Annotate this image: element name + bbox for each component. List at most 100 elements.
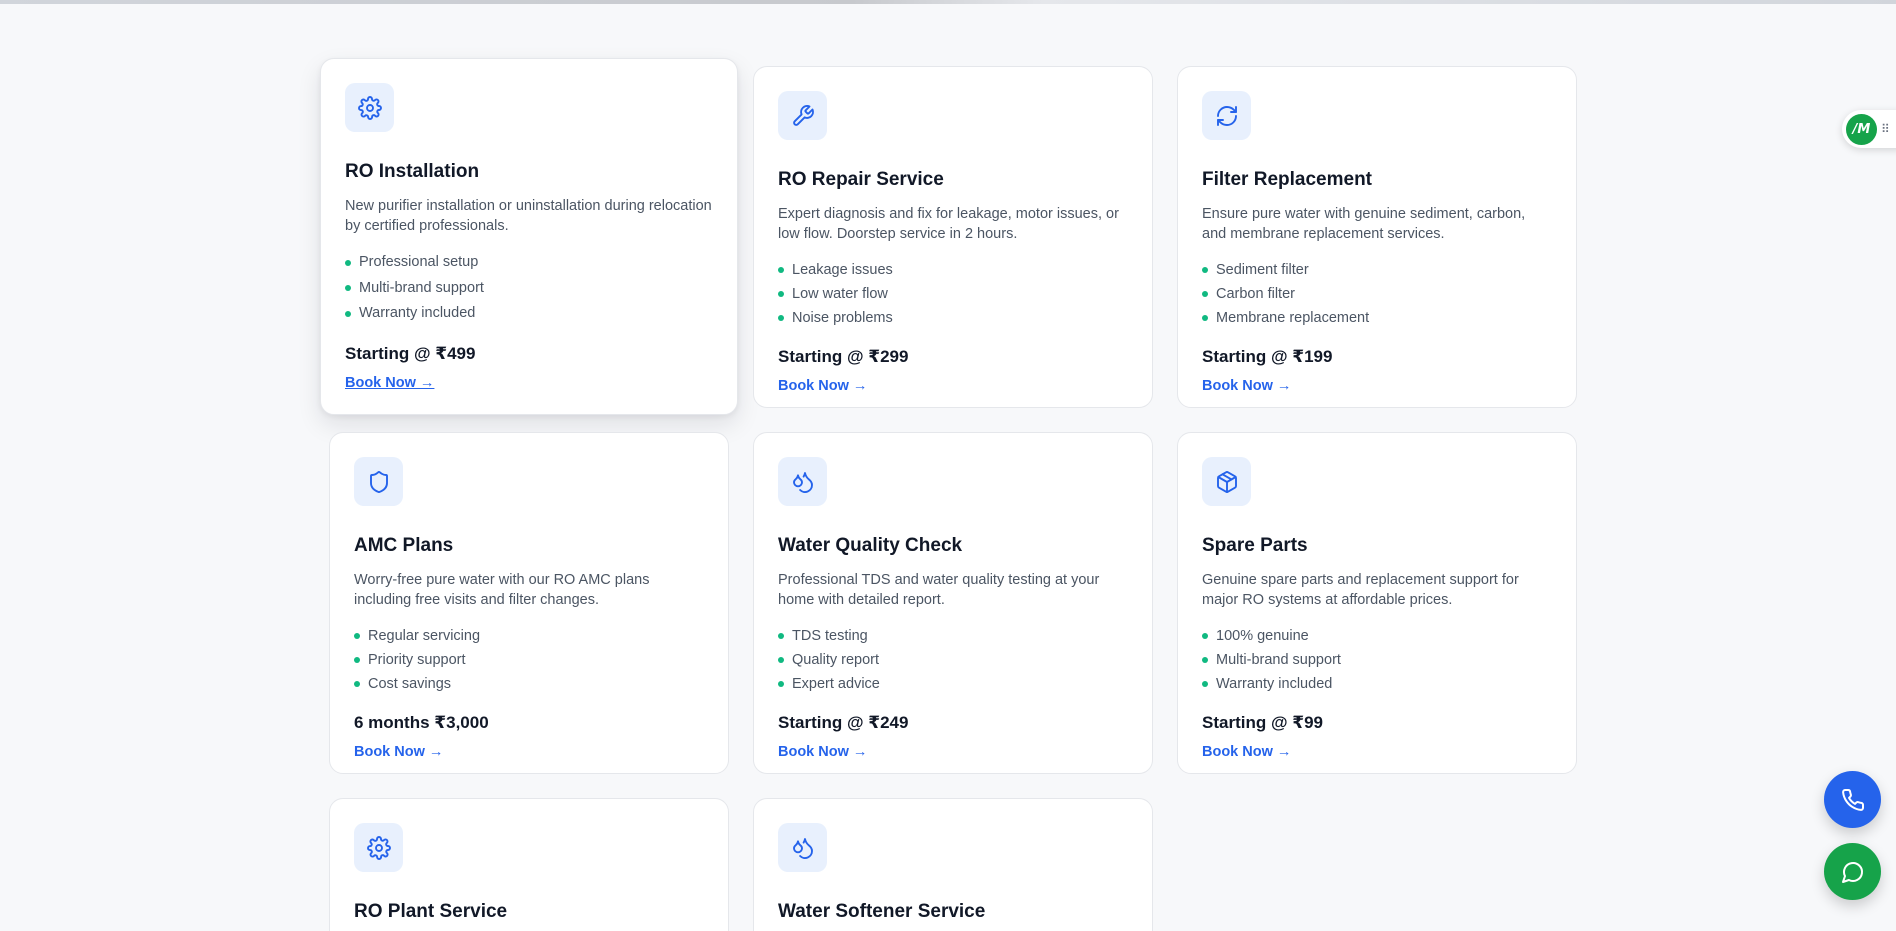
refresh-icon bbox=[1216, 105, 1237, 126]
feature-label: Carbon filter bbox=[1216, 286, 1295, 302]
gear-icon bbox=[366, 835, 391, 860]
bullet-dot-icon bbox=[1202, 267, 1208, 273]
feature-item: Multi-brand support bbox=[1202, 648, 1552, 672]
feature-item: Membrane replacement bbox=[1202, 306, 1552, 330]
book-now-link[interactable]: Book Now → bbox=[1202, 376, 1291, 396]
service-price: Starting @ ₹299 bbox=[778, 347, 909, 366]
service-card-water-quality-check[interactable]: Water Quality Check Professional TDS and … bbox=[753, 432, 1153, 774]
feature-label: TDS testing bbox=[792, 628, 868, 644]
feature-label: Warranty included bbox=[1216, 676, 1333, 692]
service-price: Starting @ ₹99 bbox=[1202, 713, 1323, 732]
feature-item: Carbon filter bbox=[1202, 282, 1552, 306]
feature-item: 100% genuine bbox=[1202, 624, 1552, 648]
service-card-filter-replacement[interactable]: Filter Replacement Ensure pure water with… bbox=[1177, 66, 1577, 408]
bullet-dot-icon bbox=[345, 285, 351, 292]
feature-label: Expert advice bbox=[792, 676, 880, 692]
feature-item: Leakage issues bbox=[778, 258, 1128, 282]
bullet-dot-icon bbox=[778, 681, 784, 687]
bullet-dot-icon bbox=[354, 633, 360, 639]
chat-icon bbox=[1841, 861, 1863, 883]
book-now-link[interactable]: Book Now → bbox=[1202, 742, 1291, 762]
service-card-spare-parts[interactable]: Spare Parts Genuine spare parts and repla… bbox=[1177, 432, 1577, 774]
feature-item: Sediment filter bbox=[1202, 258, 1552, 282]
service-title: Water Quality Check bbox=[778, 535, 963, 556]
book-now-link[interactable]: Book Now → bbox=[778, 376, 867, 396]
droplets-icon bbox=[792, 471, 813, 493]
feature-label: Quality report bbox=[792, 652, 880, 668]
service-title: RO Installation bbox=[345, 161, 480, 182]
feature-item: Low water flow bbox=[778, 282, 1128, 306]
bullet-dot-icon bbox=[1202, 633, 1208, 639]
bullet-dot-icon bbox=[354, 657, 360, 663]
bullet-dot-icon bbox=[778, 633, 784, 639]
feature-list: Regular servicing Priority support Cost sa… bbox=[354, 624, 704, 696]
feature-item: Noise problems bbox=[778, 306, 1128, 330]
service-price: Starting @ ₹499 bbox=[345, 343, 476, 363]
feature-label: Sediment filter bbox=[1216, 262, 1309, 278]
side-widget-badge[interactable]: /M bbox=[1846, 113, 1877, 145]
bullet-dot-icon bbox=[778, 267, 784, 273]
feature-label: Regular servicing bbox=[368, 628, 481, 644]
service-price: Starting @ ₹249 bbox=[778, 713, 909, 732]
book-now-link[interactable]: Book Now → bbox=[354, 742, 443, 762]
service-title: Water Softener Service bbox=[778, 901, 986, 922]
feature-item: Professional setup bbox=[345, 250, 713, 276]
bullet-dot-icon bbox=[1202, 291, 1208, 297]
feature-item: Regular servicing bbox=[354, 624, 704, 648]
feature-item: TDS testing bbox=[778, 624, 1128, 648]
feature-label: Professional setup bbox=[359, 254, 479, 270]
page-loading-bar bbox=[0, 0, 1896, 4]
package-icon bbox=[1216, 470, 1237, 493]
bullet-dot-icon bbox=[1202, 315, 1208, 321]
call-button[interactable] bbox=[1824, 771, 1881, 828]
feature-label: 100% genuine bbox=[1216, 628, 1309, 644]
drag-handle-icon[interactable]: ⠿ bbox=[1881, 122, 1890, 136]
whatsapp-chat-button[interactable] bbox=[1824, 843, 1881, 900]
service-icon-container bbox=[778, 457, 827, 506]
bullet-dot-icon bbox=[354, 681, 360, 687]
service-icon-container bbox=[778, 823, 827, 872]
service-card-ro-repair-service[interactable]: RO Repair Service Expert diagnosis and fi… bbox=[753, 66, 1153, 408]
service-card-ro-installation[interactable]: RO Installation New purifier installation… bbox=[320, 58, 738, 415]
feature-label: Low water flow bbox=[792, 286, 888, 302]
feature-item: Warranty included bbox=[345, 301, 713, 327]
service-description: Ensure pure water with genuine sediment,… bbox=[1202, 206, 1526, 242]
feature-label: Membrane replacement bbox=[1216, 310, 1370, 326]
feature-list: Sediment filter Carbon filter Membrane rep… bbox=[1202, 258, 1552, 330]
gear-icon bbox=[357, 95, 382, 120]
feature-list: TDS testing Quality report Expert advice bbox=[778, 624, 1128, 696]
shield-icon bbox=[369, 470, 388, 493]
feature-label: Warranty included bbox=[359, 305, 476, 321]
feature-list: Professional setup Multi-brand support War… bbox=[345, 250, 713, 327]
book-now-link[interactable]: Book Now → bbox=[778, 742, 867, 762]
service-card-ro-plant-service[interactable]: RO Plant ServiceProfessional setup, repa… bbox=[329, 798, 729, 931]
service-icon-container bbox=[1202, 457, 1251, 506]
service-title: AMC Plans bbox=[354, 535, 454, 556]
service-card-water-softener-service[interactable]: Water Softener ServiceComprehensive serv… bbox=[753, 798, 1153, 931]
bullet-dot-icon bbox=[1202, 681, 1208, 687]
side-widget[interactable]: /M ⠿ bbox=[1842, 110, 1896, 148]
feature-label: Noise problems bbox=[792, 310, 893, 326]
service-title: RO Repair Service bbox=[778, 169, 944, 190]
service-icon-container bbox=[354, 457, 403, 506]
feature-list: 100% genuine Multi-brand support Warranty … bbox=[1202, 624, 1552, 696]
service-icon-container bbox=[354, 823, 403, 872]
bullet-dot-icon bbox=[778, 657, 784, 663]
service-card-amc-plans[interactable]: AMC Plans Worry-free pure water with our … bbox=[329, 432, 729, 774]
feature-label: Multi-brand support bbox=[1216, 652, 1341, 668]
feature-label: Priority support bbox=[368, 652, 466, 668]
bullet-dot-icon bbox=[345, 310, 351, 317]
service-description: Worry-free pure water with our RO AMC pl… bbox=[354, 572, 650, 608]
service-description: New purifier installation or uninstallat… bbox=[345, 198, 712, 234]
droplets-icon bbox=[792, 837, 813, 859]
service-icon-container bbox=[345, 83, 394, 132]
phone-icon bbox=[1841, 788, 1864, 811]
feature-item: Cost savings bbox=[354, 672, 704, 696]
feature-item: Expert advice bbox=[778, 672, 1128, 696]
feature-list: Leakage issues Low water flow Noise proble… bbox=[778, 258, 1128, 330]
book-now-link[interactable]: Book Now → bbox=[345, 373, 434, 393]
wrench-icon bbox=[792, 104, 814, 126]
bullet-dot-icon bbox=[778, 315, 784, 321]
service-title: RO Plant Service bbox=[354, 901, 508, 922]
feature-item: Quality report bbox=[778, 648, 1128, 672]
